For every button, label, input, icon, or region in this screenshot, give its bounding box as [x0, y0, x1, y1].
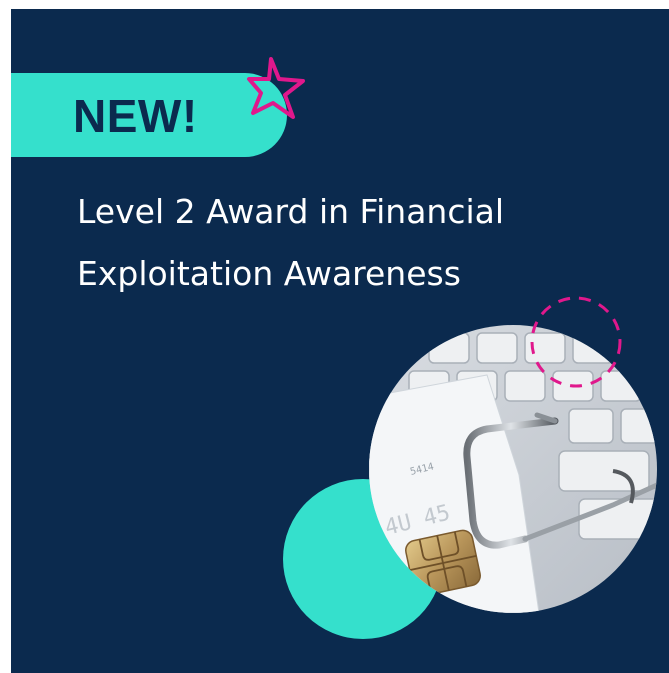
promo-card: NEW! Level 2 Award in Financial Exploita…: [11, 9, 669, 673]
course-title: Level 2 Award in Financial Exploitation …: [77, 181, 637, 305]
star-icon: [247, 57, 305, 119]
course-title-line-1: Level 2 Award in Financial: [77, 192, 505, 231]
new-badge-label: NEW!: [73, 90, 198, 142]
decorative-dashed-circle: [530, 296, 622, 388]
